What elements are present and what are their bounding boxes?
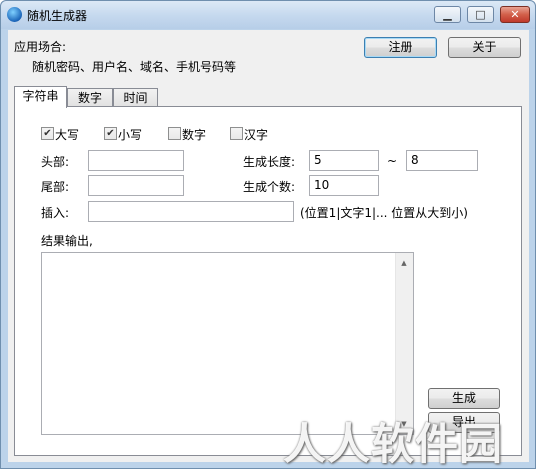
usage-text: 随机密码、用户名、域名、手机号码等 xyxy=(32,60,237,74)
tail-label: 尾部: xyxy=(41,180,70,194)
output-label: 结果输出, xyxy=(41,234,93,248)
lowercase-checkbox[interactable]: ✔ xyxy=(104,127,117,140)
register-button[interactable]: 注册 xyxy=(364,37,437,58)
usage-label: 应用场合: xyxy=(14,40,67,54)
length-min-input[interactable]: 5 xyxy=(309,150,379,171)
length-label: 生成长度: xyxy=(243,155,296,169)
insert-hint: (位置1|文字1|... 位置从大到小) xyxy=(300,206,468,220)
count-input[interactable]: 10 xyxy=(309,175,379,196)
about-button[interactable]: 关于 xyxy=(448,37,521,58)
count-label: 生成个数: xyxy=(243,180,296,194)
close-icon: ✕ xyxy=(510,8,520,21)
output-scrollbar[interactable]: ▲ ▼ xyxy=(395,253,413,434)
lowercase-label: 小写 xyxy=(118,128,143,142)
insert-input[interactable] xyxy=(88,201,294,222)
app-globe-icon xyxy=(7,7,22,22)
window-title: 随机生成器 xyxy=(27,9,88,23)
string-tab-panel: ✔ 大写 ✔ 小写 数字 汉字 头部: 生成长度: 5 ~ 8 尾部: 生成个数… xyxy=(14,106,522,456)
length-max-input[interactable]: 8 xyxy=(406,150,478,171)
digits-checkbox[interactable] xyxy=(168,127,181,140)
check-icon: ✔ xyxy=(43,128,52,139)
close-button[interactable]: ✕ xyxy=(500,6,530,23)
head-label: 头部: xyxy=(41,155,70,169)
tab-time[interactable]: 时间 xyxy=(113,88,158,108)
maximize-icon: □ xyxy=(475,8,486,21)
insert-label: 插入: xyxy=(41,206,70,220)
generate-button[interactable]: 生成 xyxy=(428,388,500,409)
title-bar[interactable]: 随机生成器 ▁ □ ✕ xyxy=(1,1,535,29)
minimize-icon: ▁ xyxy=(443,8,452,21)
app-window: 随机生成器 ▁ □ ✕ 应用场合: 随机密码、用户名、域名、手机号码等 注册 关… xyxy=(0,0,536,469)
scroll-up-icon[interactable]: ▲ xyxy=(396,255,412,271)
maximize-button[interactable]: □ xyxy=(467,6,494,23)
output-textarea[interactable]: ▲ ▼ xyxy=(41,252,414,435)
client-area: 应用场合: 随机密码、用户名、域名、手机号码等 注册 关于 字符串 数字 时间 … xyxy=(8,30,529,462)
tab-string[interactable]: 字符串 xyxy=(14,86,67,108)
watermark-logo: 人人软件园 xyxy=(283,420,503,470)
chinese-checkbox[interactable] xyxy=(230,127,243,140)
head-input[interactable] xyxy=(88,150,184,171)
length-separator: ~ xyxy=(387,154,398,168)
uppercase-checkbox[interactable]: ✔ xyxy=(41,127,54,140)
tail-input[interactable] xyxy=(88,175,184,196)
tab-number[interactable]: 数字 xyxy=(67,88,113,108)
check-icon: ✔ xyxy=(106,128,115,139)
minimize-button[interactable]: ▁ xyxy=(434,6,461,23)
uppercase-label: 大写 xyxy=(55,128,80,142)
chinese-label: 汉字 xyxy=(244,128,269,142)
digits-label: 数字 xyxy=(182,128,207,142)
